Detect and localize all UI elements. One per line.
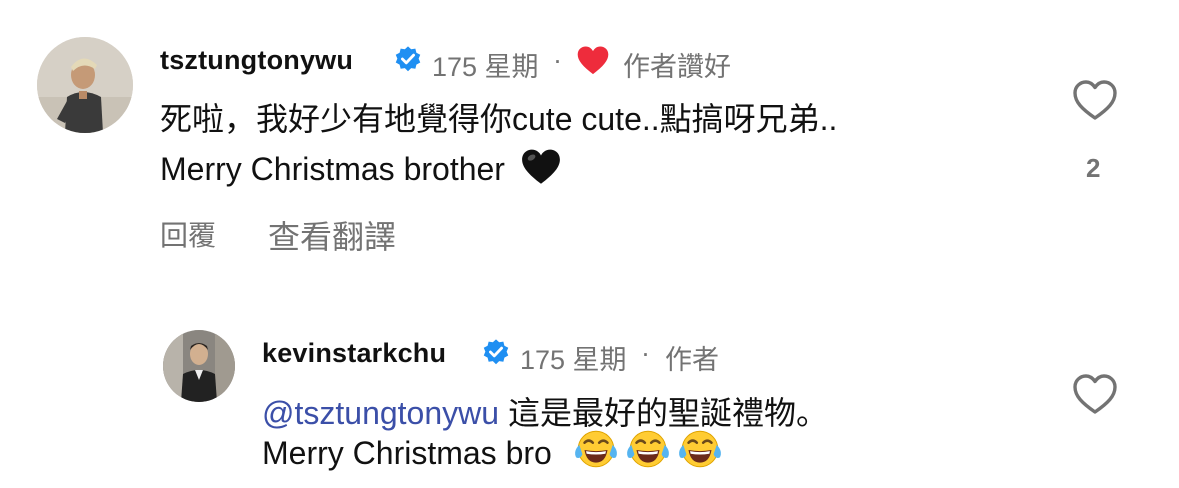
author-liked-label: 作者讚好 [623,52,731,82]
comment-text-line2-content: Merry Christmas brother [160,151,505,187]
tears-of-joy-emoji [678,430,721,468]
reply-button[interactable]: 回覆 [160,214,216,254]
meta-separator: · [641,338,650,368]
comment-text-line1: 死啦，我好少有地覺得你cute cute..點搞呀兄弟.. [160,101,838,137]
like-heart-outline-icon[interactable] [1071,372,1119,416]
like-heart-outline-icon[interactable] [1071,78,1119,122]
reply-text-line2: Merry Christmas bro [262,428,723,472]
comment-text-line2: Merry Christmas brother [160,148,562,188]
red-heart-icon [577,46,609,75]
avatar-kevinstarkchu[interactable] [163,330,235,402]
comment-time: 175 星期 [432,52,539,82]
tears-of-joy-emoji [626,430,669,468]
avatar-image [37,37,133,133]
comment-username[interactable]: kevinstarkchu [262,338,446,369]
like-count: 2 [1086,153,1101,183]
comment-username[interactable]: tsztungtonywu [160,45,353,76]
avatar-image [163,330,235,402]
black-heart-emoji [521,149,560,184]
verified-badge-icon [395,46,421,72]
verified-badge-icon [483,339,509,365]
avatar-tsztungtonywu[interactable] [37,37,133,133]
tears-of-joy-emoji [574,430,617,468]
meta-separator: · [553,45,562,75]
see-translation-button[interactable]: 查看翻譯 [268,212,396,258]
reply-text-line1-content: 這是最好的聖誕禮物。 [499,395,828,431]
mention-link[interactable]: @tsztungtonywu [262,395,499,431]
reply-text-line2-content: Merry Christmas bro [262,435,552,471]
emoji-row [561,430,723,471]
comment-time: 175 星期 [520,345,627,375]
author-label: 作者 [665,345,719,375]
